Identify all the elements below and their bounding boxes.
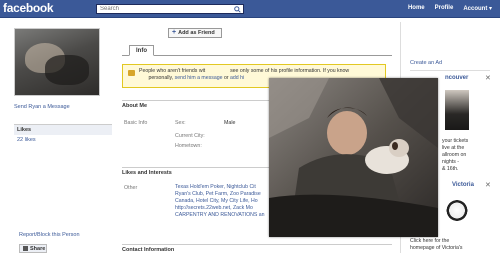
ad1-image[interactable] <box>445 90 469 130</box>
profile-picture[interactable] <box>14 28 100 96</box>
current-city-label: Current City: <box>175 133 205 139</box>
basic-info-label: Basic Info <box>124 120 148 126</box>
ad1-title[interactable]: ncouver <box>445 75 468 81</box>
nav-profile[interactable]: Profile <box>435 5 454 12</box>
nav-account-label: Account <box>463 6 488 12</box>
share-button[interactable]: Share <box>19 244 47 253</box>
lock-icon <box>128 70 135 76</box>
report-block-link[interactable]: Report/Block this Person <box>19 232 80 238</box>
profile-page: facebook Home Profile Account ▾ Send Rya… <box>0 0 500 253</box>
ad2-image[interactable] <box>442 197 472 227</box>
ad2-title[interactable]: Victoria <box>452 182 474 188</box>
send-him-message-link[interactable]: send him a message <box>175 75 223 81</box>
top-nav: Home Profile Account ▾ <box>408 5 492 12</box>
add-him-link[interactable]: add hi <box>230 75 244 81</box>
top-bar: facebook Home Profile Account ▾ <box>0 0 500 18</box>
share-label: Share <box>30 245 46 252</box>
share-icon <box>23 246 28 251</box>
hometown-label: Hometown: <box>175 143 202 149</box>
interests-list: Texas Hold'em Poker, Nightclub Cit Ryan'… <box>175 184 270 219</box>
notice-text-1b: see only some of his profile information… <box>230 68 350 74</box>
likes-header: Likes <box>14 125 112 135</box>
ad2-line: homepage of Victoria's <box>410 245 463 251</box>
likes-box: Likes 22 likes <box>14 124 112 145</box>
caret-down-icon: ▾ <box>488 6 492 12</box>
ad1-text: your tickets live at the allroom on nigh… <box>442 138 498 173</box>
interest-line[interactable]: Canada, Hotel City, My City Life, Ho <box>175 198 270 205</box>
interest-line[interactable]: Texas Hold'em Poker, Nightclub Cit <box>175 184 270 191</box>
ad2-line: Click here for the <box>410 238 450 244</box>
add-friend-button[interactable]: + Add as Friend <box>168 28 222 38</box>
interest-line[interactable]: CARPENTRY AND RENOVATIONS an <box>175 212 270 219</box>
notice-text-1: People who aren't friends wit <box>139 68 206 74</box>
interest-line[interactable]: http://secrets.22web.net, Zack Mo <box>175 205 270 212</box>
create-ad-link[interactable]: Create an Ad <box>410 60 442 66</box>
likes-count-link[interactable]: 22 likes <box>14 135 112 145</box>
add-friend-label: Add as Friend <box>178 30 215 36</box>
ad1-line: your tickets <box>442 138 469 144</box>
nav-account[interactable]: Account ▾ <box>463 5 492 12</box>
send-message-link[interactable]: Send Ryan a Message <box>14 104 112 110</box>
ad1-line: live at the <box>442 145 465 151</box>
other-label: Other <box>124 185 138 191</box>
interest-line[interactable]: Ryan's Club, Pet Farm, Zoo Paradise <box>175 191 270 198</box>
tab-info[interactable]: Info <box>129 45 154 56</box>
ad1-line: allroom on <box>442 152 467 158</box>
search-icon[interactable] <box>233 6 242 13</box>
enlarged-photo[interactable] <box>269 78 438 237</box>
profile-tabs: Info <box>122 44 392 56</box>
ad1-line: & 16th. <box>442 166 459 172</box>
sex-label: Sex: <box>175 120 186 126</box>
search-box[interactable] <box>96 4 244 14</box>
search-input[interactable] <box>100 5 220 13</box>
close-icon[interactable]: ✕ <box>485 74 491 82</box>
facebook-logo[interactable]: facebook <box>3 1 54 15</box>
nav-home[interactable]: Home <box>408 5 425 12</box>
sex-value: Male <box>224 120 236 126</box>
close-icon[interactable]: ✕ <box>485 181 491 189</box>
ad2-text: Click here for the homepage of Victoria'… <box>410 238 490 252</box>
ad1-line: nights - <box>442 159 460 165</box>
notice-text-2: personally, <box>148 75 174 81</box>
contact-info-header: Contact Information <box>122 244 392 253</box>
ad-divider <box>410 70 490 71</box>
plus-icon: + <box>172 29 177 36</box>
notice-or: or <box>223 75 229 81</box>
left-column: Send Ryan a Message Likes 22 likes <box>14 28 112 145</box>
